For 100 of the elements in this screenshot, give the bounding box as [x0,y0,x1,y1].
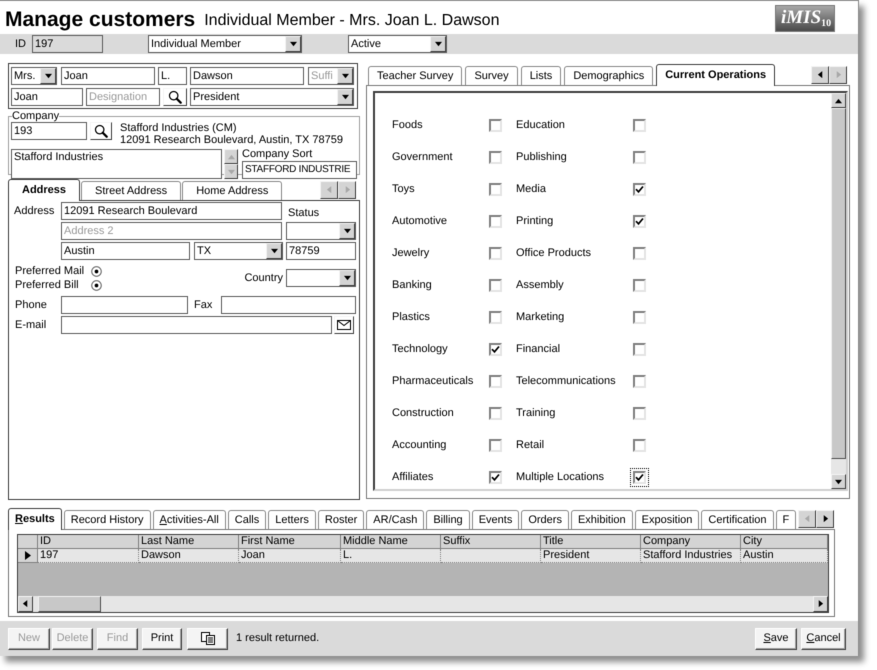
company-sort-field[interactable]: STAFFORD INDUSTRIE [242,161,357,179]
checkbox[interactable] [633,150,646,164]
caret-down-icon[interactable] [430,36,446,52]
checkbox[interactable] [633,374,646,388]
company-id-field[interactable]: 193 [11,122,87,140]
column-header[interactable]: First Name [239,535,341,549]
search-button[interactable] [90,122,112,140]
checkbox[interactable] [489,278,502,292]
prefix-select[interactable]: Mrs. [11,67,57,85]
tab[interactable]: Address [8,179,80,201]
address-line-1-field[interactable]: 12091 Research Boulevard [61,202,282,220]
checkbox[interactable] [489,342,502,356]
fax-field[interactable] [221,296,356,314]
checkbox[interactable] [633,406,646,420]
checkbox[interactable] [489,310,502,324]
tab[interactable]: Survey [465,66,518,85]
checkbox[interactable] [489,182,502,196]
checkbox[interactable] [489,470,502,484]
action-button[interactable]: Cancel [801,628,846,650]
city-field[interactable]: Austin [61,242,190,260]
column-header[interactable]: Company [641,535,741,549]
column-header[interactable]: Middle Name [341,535,441,549]
scroll-thumb[interactable] [38,596,101,612]
column-header[interactable]: Suffix [441,535,541,549]
caret-left-icon[interactable] [18,596,33,612]
copy-button[interactable] [187,628,228,650]
caret-down-icon[interactable] [831,474,846,489]
search-button[interactable] [163,88,187,106]
checkbox[interactable] [489,150,502,164]
checkbox[interactable] [633,470,646,484]
checkbox[interactable] [633,278,646,292]
tab[interactable]: Current Operations [656,64,776,86]
caret-down-icon[interactable] [339,270,355,286]
first-name-field[interactable]: Joan [61,67,155,85]
zip-field[interactable]: 78759 [286,242,356,260]
checkbox[interactable] [633,310,646,324]
tab[interactable]: Record History [64,510,150,529]
tab[interactable]: Calls [228,510,266,529]
tab[interactable]: F [776,510,796,529]
last-name-field[interactable]: Dawson [190,67,304,85]
caret-down-icon[interactable] [285,36,301,52]
country-select[interactable] [286,269,356,287]
address-status-select[interactable] [286,222,356,240]
tab[interactable]: Letters [268,510,316,529]
status-select[interactable]: Active [348,35,447,53]
caret-down-icon[interactable] [224,164,238,179]
caret-left-icon[interactable] [811,66,829,84]
checkbox[interactable] [633,214,646,228]
tab[interactable]: Certification [701,510,774,529]
tab[interactable]: Roster [318,510,364,529]
title-select[interactable]: President [190,88,354,106]
caret-right-icon[interactable] [816,510,834,528]
column-header[interactable]: City [741,535,828,549]
checkbox[interactable] [489,246,502,260]
middle-name-field[interactable]: L. [158,67,187,85]
tab[interactable]: Exposition [634,510,700,529]
phone-field[interactable] [61,296,188,314]
caret-down-icon[interactable] [266,243,282,259]
id-field[interactable]: 197 [32,35,103,53]
tab[interactable]: AR/Cash [366,510,424,529]
caret-down-icon[interactable] [339,223,355,239]
checkbox[interactable] [633,246,646,260]
tab[interactable]: Results [8,508,62,530]
column-header[interactable]: Last Name [139,535,239,549]
tab[interactable]: Demographics [564,66,654,85]
tab[interactable]: Exhibition [570,510,633,529]
tab[interactable]: Teacher Survey [368,66,462,85]
checkbox[interactable] [489,438,502,452]
tab[interactable]: Orders [521,510,569,529]
checkbox[interactable] [633,438,646,452]
action-button[interactable]: Print [142,628,182,650]
caret-up-icon[interactable] [831,93,846,108]
checkbox[interactable] [489,374,502,388]
column-header[interactable]: ID [38,535,139,549]
checkbox[interactable] [489,214,502,228]
caret-right-icon[interactable] [813,596,828,612]
radio-button[interactable] [91,266,102,276]
checkbox[interactable] [489,118,502,132]
tab[interactable]: Home Address [182,181,282,200]
caret-down-icon[interactable] [337,89,353,105]
column-header[interactable]: Title [541,535,641,549]
tab[interactable]: Lists [520,66,562,85]
member-type-select[interactable]: Individual Member [148,35,302,53]
tab[interactable]: Events [472,510,520,529]
radio-button[interactable] [91,280,102,290]
checkbox[interactable] [489,406,502,420]
caret-up-icon[interactable] [224,149,238,164]
email-field[interactable] [61,316,332,334]
tab[interactable]: Billing [426,510,470,529]
caret-down-icon[interactable] [337,68,353,84]
tab[interactable]: Activities-All [152,510,226,529]
checkbox[interactable] [633,182,646,196]
informal-name-field[interactable]: Joan [11,88,83,106]
email-button[interactable] [334,316,354,334]
checkbox[interactable] [633,118,646,132]
checkbox[interactable] [633,342,646,356]
company-name-field[interactable]: Stafford Industries [11,149,222,179]
tab[interactable]: Street Address [81,181,182,200]
state-select[interactable]: TX [194,242,283,260]
caret-down-icon[interactable] [40,68,56,84]
